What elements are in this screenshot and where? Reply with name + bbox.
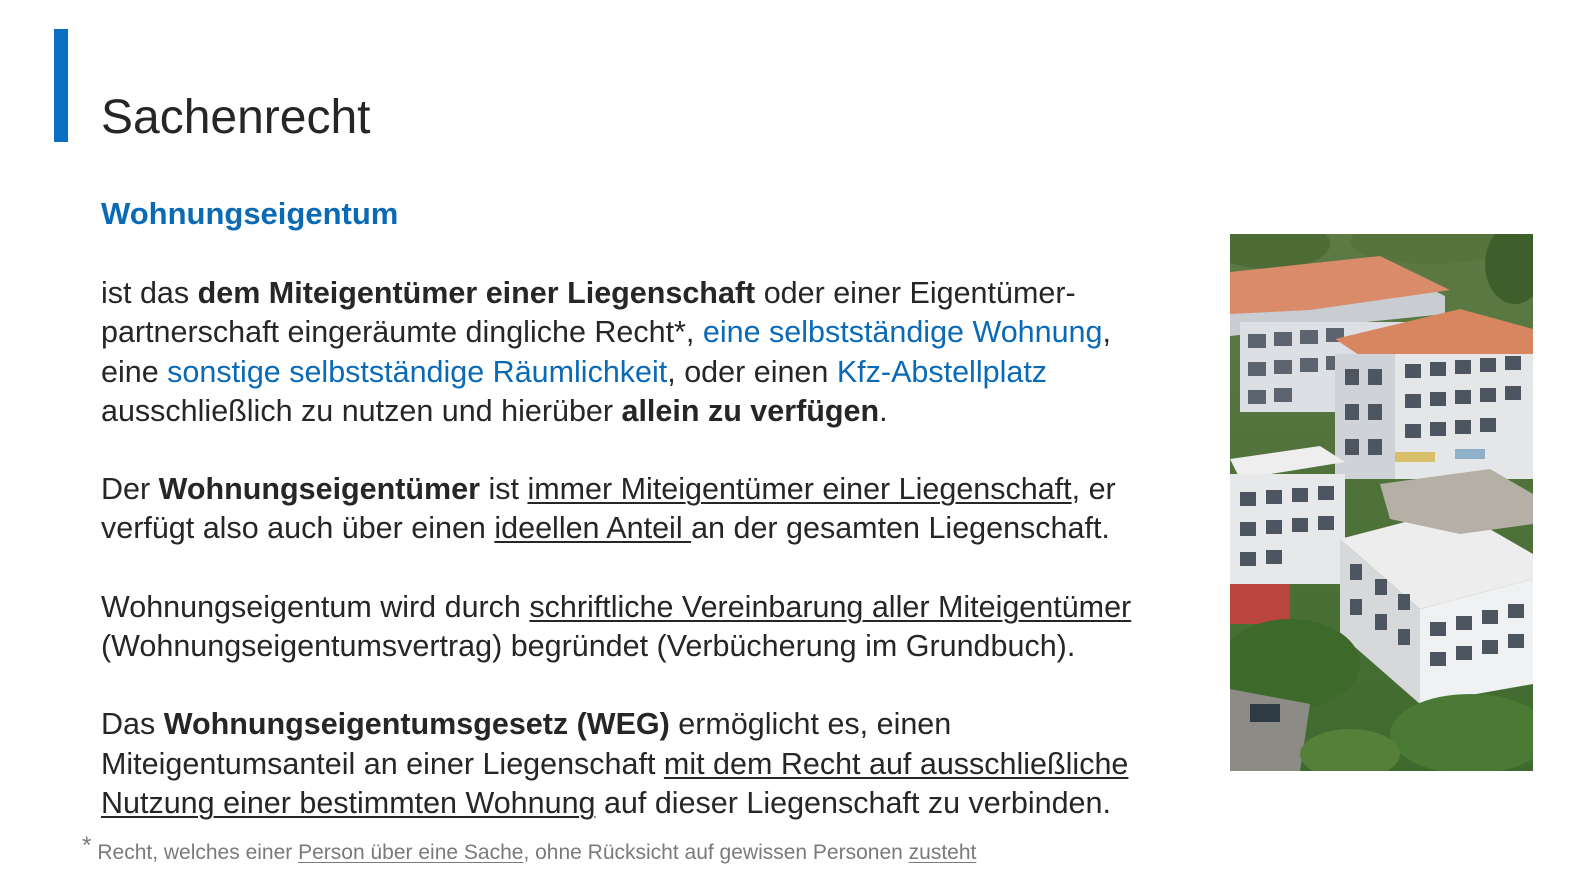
highlight-wohnung: eine selbstständige Wohnung <box>702 315 1103 350</box>
text-span: . <box>879 393 888 428</box>
text-span: auf dieser Liegenschaft zu verbinden. <box>595 785 1111 820</box>
footnote: * Recht, welches einer Person über eine S… <box>82 832 977 866</box>
highlight-raeumlichkeit: sonstige selbstständige Räumlichkeit <box>167 354 668 389</box>
bold-span: dem Miteigentümer einer Liegenschaft <box>197 276 756 310</box>
paragraph-wohnungseigentuemer: Der Wohnungseigentümer ist immer Miteige… <box>101 470 1221 549</box>
text-span: , er <box>1071 472 1116 507</box>
text-span: Recht, welches einer <box>97 841 299 864</box>
underline-span: Nutzung einer bestimmten Wohnung <box>101 785 596 820</box>
text-span: ist <box>480 472 528 507</box>
footnote-marker: * <box>82 832 92 859</box>
text-span: Wohnungseigentum wird durch <box>101 589 530 624</box>
text-span: oder einer Eigentümer- <box>755 276 1076 310</box>
paragraph-weg: Das Wohnungseigentumsgesetz (WEG) ermögl… <box>101 705 1221 823</box>
bold-span: Wohnungseigentumsgesetz (WEG) <box>163 707 670 742</box>
text-span: verfügt also auch über einen <box>101 511 495 546</box>
underline-span: ideellen Anteil <box>494 511 692 546</box>
text-span: , oder einen <box>667 354 837 389</box>
text-span: eine <box>101 354 168 389</box>
bold-span: Wohnungseigentümer <box>158 472 481 507</box>
bold-span: allein zu verfügen <box>621 393 880 428</box>
text-span: (Wohnungseigentumsvertrag) begründet (Ve… <box>101 629 1076 664</box>
underline-span: immer Miteigentümer einer Liegenschaft <box>527 472 1072 507</box>
underline-span: Person über eine Sache <box>298 841 524 864</box>
text-span: ausschließlich zu nutzen und hierüber <box>101 393 622 428</box>
text-span: Das <box>101 707 164 742</box>
text-span: , ohne Rücksicht auf gewissen Personen <box>523 841 909 864</box>
text-span: an der gesamten Liegenschaft. <box>691 511 1110 546</box>
underline-span: schriftliche Vereinbarung aller Miteigen… <box>529 589 1132 624</box>
slide-title: Sachenrecht <box>101 91 371 144</box>
title-accent-bar <box>54 29 68 142</box>
text-span: partnerschaft eingeräumte dingliche Rech… <box>101 315 703 350</box>
text-span: Miteigentumsanteil an einer Liegenschaft <box>101 746 664 781</box>
paragraph-begruendung: Wohnungseigentum wird durch schriftliche… <box>101 588 1221 667</box>
text-span: ermöglicht es, einen <box>669 707 952 742</box>
paragraph-definition: ist das dem Miteigentümer einer Liegensc… <box>101 274 1221 431</box>
section-heading: Wohnungseigentum <box>101 196 399 231</box>
slide-body: ist das dem Miteigentümer einer Liegensc… <box>101 274 1221 823</box>
underline-span: zusteht <box>908 841 977 864</box>
highlight-kfz-abstellplatz: Kfz-Abstellplatz <box>836 354 1048 389</box>
underline-span: mit dem Recht auf ausschließliche <box>663 746 1129 781</box>
text-span: ist das <box>101 276 198 310</box>
text-span: Der <box>101 472 159 507</box>
apartment-buildings-photo <box>1230 234 1533 771</box>
text-span: , <box>1102 315 1111 350</box>
